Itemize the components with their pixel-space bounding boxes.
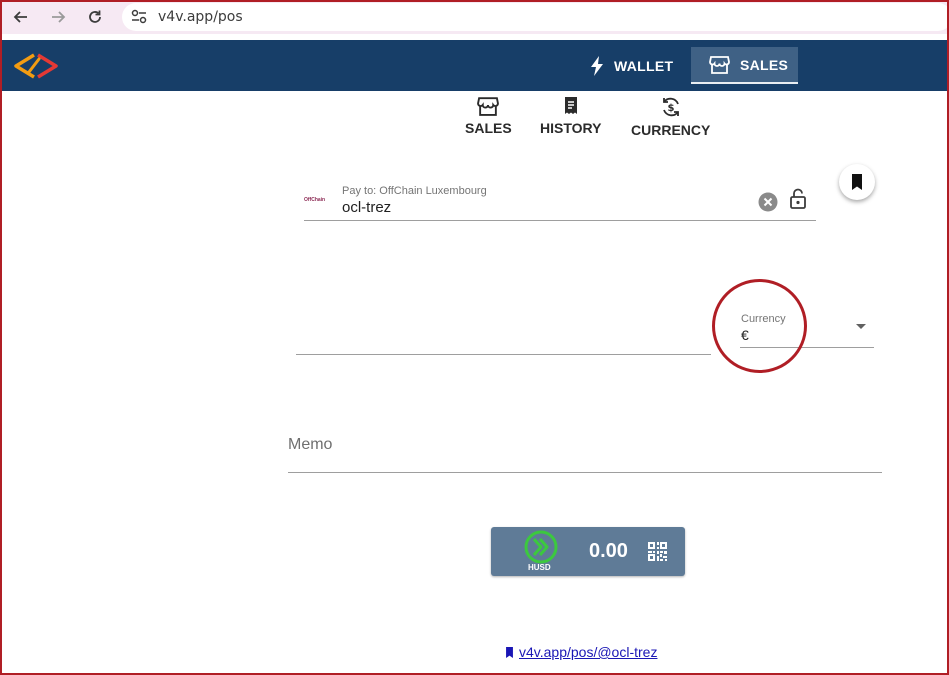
lightning-icon bbox=[591, 55, 603, 76]
tab-wallet[interactable]: WALLET bbox=[590, 47, 685, 84]
offchain-logo-text: OffChain bbox=[304, 197, 326, 203]
address-bar[interactable] bbox=[122, 3, 949, 31]
arrow-right-icon bbox=[52, 11, 66, 23]
subtab-history-label: HISTORY bbox=[540, 120, 602, 136]
clear-icon[interactable] bbox=[758, 192, 778, 212]
browser-toolbar: v4v.app/pos bbox=[0, 0, 949, 34]
reload-icon bbox=[89, 10, 101, 23]
bookmark-button[interactable] bbox=[839, 164, 875, 200]
app-header: WALLET SALES bbox=[0, 40, 949, 91]
tab-sales-label: SALES bbox=[740, 56, 789, 73]
memo-field[interactable]: Memo bbox=[288, 430, 882, 473]
subtab-currency-label: CURRENCY bbox=[631, 122, 711, 138]
pay-to-value[interactable]: ocl-trez bbox=[342, 199, 391, 216]
pos-link-text[interactable]: v4v.app/pos/@ocl-trez bbox=[519, 644, 657, 660]
site-settings-icon[interactable] bbox=[130, 8, 148, 26]
amount-value: 0.00 bbox=[589, 540, 628, 562]
url-text[interactable]: v4v.app/pos bbox=[158, 9, 243, 25]
pay-button[interactable]: HUSD 0.00 bbox=[491, 527, 685, 576]
pay-to-label: Pay to: OffChain Luxembourg bbox=[342, 185, 487, 197]
annotation-circle bbox=[712, 279, 807, 373]
dropdown-arrow-icon[interactable] bbox=[856, 324, 866, 329]
offchain-logo: OffChain bbox=[304, 197, 325, 203]
bookmark-icon bbox=[506, 646, 513, 658]
subtab-currency[interactable]: $ CURRENCY bbox=[631, 96, 710, 138]
subtab-sales-label: SALES bbox=[465, 120, 512, 136]
svg-text:$: $ bbox=[667, 103, 674, 114]
amount-input[interactable] bbox=[296, 354, 711, 355]
v4v-logo[interactable] bbox=[12, 53, 60, 79]
pay-to-field[interactable]: OffChain Pay to: OffChain Luxembourg ocl… bbox=[304, 184, 816, 221]
arrow-left-icon bbox=[13, 11, 27, 23]
receipt-icon bbox=[564, 97, 577, 114]
tab-sales[interactable]: SALES bbox=[691, 47, 798, 84]
subtab-history[interactable]: HISTORY bbox=[540, 96, 601, 136]
lock-open-icon[interactable] bbox=[789, 188, 807, 210]
back-button[interactable] bbox=[9, 5, 33, 29]
bookmark-icon bbox=[852, 174, 862, 190]
pos-link[interactable]: v4v.app/pos/@ocl-trez bbox=[505, 644, 657, 660]
hive-icon bbox=[524, 530, 558, 564]
qr-code-icon bbox=[648, 542, 667, 561]
currency-exchange-icon: $ bbox=[662, 97, 679, 117]
tab-wallet-label: WALLET bbox=[614, 57, 674, 74]
memo-label: Memo bbox=[288, 436, 333, 453]
subtab-sales[interactable]: SALES bbox=[465, 96, 512, 136]
token-label: HUSD bbox=[528, 563, 551, 572]
forward-button[interactable] bbox=[46, 5, 70, 29]
reload-button[interactable] bbox=[83, 5, 107, 29]
store-icon bbox=[477, 97, 500, 116]
store-icon bbox=[709, 56, 730, 74]
